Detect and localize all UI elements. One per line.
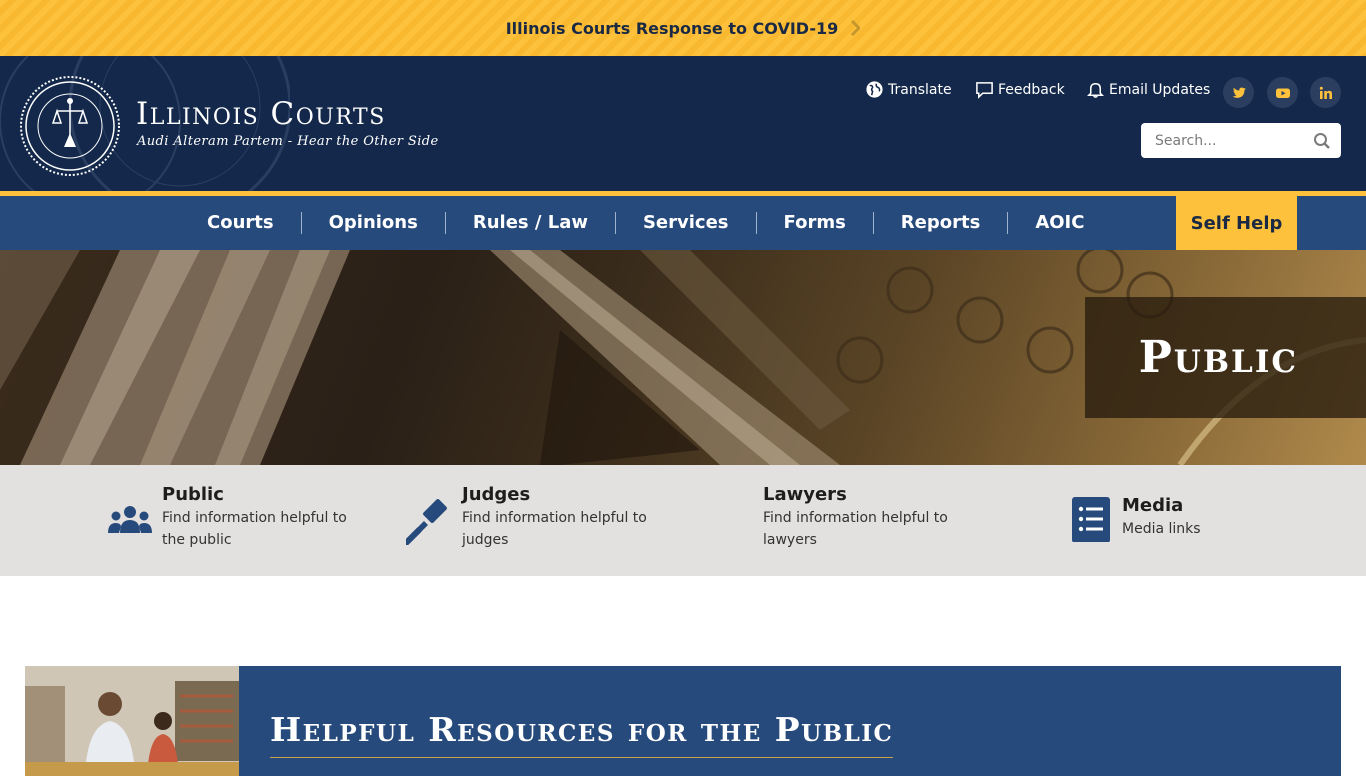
search-input[interactable] xyxy=(1155,132,1315,149)
helpful-resources-title: Helpful Resources for the Public xyxy=(270,710,894,758)
audience-public-desc: Find information helpful to the public xyxy=(162,510,347,548)
main-nav: Courts Opinions Rules / Law Services For… xyxy=(0,196,1366,250)
search-icon[interactable] xyxy=(1313,132,1331,150)
helpful-resources-section: Helpful Resources for the Public xyxy=(25,666,1341,776)
audience-strip: Public Find information helpful to the p… xyxy=(0,465,1366,576)
audience-media-title: Media xyxy=(1122,495,1184,516)
site-header: Illinois Courts Audi Alteram Partem - He… xyxy=(0,56,1366,191)
translate-label: Translate xyxy=(888,81,952,98)
audience-media-desc: Media links xyxy=(1122,521,1201,537)
audience-judges-title: Judges xyxy=(462,484,531,505)
audience-public[interactable]: Public Find information helpful to the p… xyxy=(106,483,347,551)
nav-item-services[interactable]: Services xyxy=(616,212,757,234)
nav-item-reports[interactable]: Reports xyxy=(874,212,1009,234)
nav-item-opinions[interactable]: Opinions xyxy=(302,212,446,234)
email-updates-link[interactable]: Email Updates xyxy=(1086,80,1210,99)
nav-item-forms[interactable]: Forms xyxy=(757,212,874,234)
supreme-court-seal-logo[interactable] xyxy=(19,75,121,177)
audience-lawyers-desc: Find information helpful to lawyers xyxy=(763,510,948,548)
bell-icon xyxy=(1087,83,1104,98)
twitter-icon xyxy=(1232,87,1246,98)
list-document-icon xyxy=(1072,497,1110,542)
translate-link[interactable]: Translate xyxy=(865,80,952,99)
hero-title-box: Public xyxy=(1085,297,1366,418)
feedback-link[interactable]: Feedback xyxy=(975,80,1065,99)
page-title: Public xyxy=(1138,332,1298,383)
site-motto: Audi Alteram Partem - Hear the Other Sid… xyxy=(137,134,439,149)
audience-lawyers[interactable]: Lawyers Find information helpful to lawy… xyxy=(763,483,948,551)
self-help-button[interactable]: Self Help xyxy=(1176,196,1297,250)
people-icon xyxy=(108,506,152,533)
covid-alert-text: Illinois Courts Response to COVID-19 xyxy=(505,18,839,38)
audience-public-title: Public xyxy=(162,484,224,505)
covid-alert-bar: Illinois Courts Response to COVID-19 xyxy=(0,0,1366,56)
nav-item-rules-law[interactable]: Rules / Law xyxy=(446,212,616,234)
chevron-right-icon xyxy=(851,20,861,36)
youtube-button[interactable] xyxy=(1267,77,1298,108)
youtube-icon xyxy=(1275,88,1290,98)
linkedin-icon xyxy=(1319,86,1332,99)
site-title[interactable]: Illinois Courts xyxy=(136,96,386,132)
linkedin-button[interactable] xyxy=(1310,77,1341,108)
audience-media[interactable]: Media Media links xyxy=(1068,494,1307,542)
covid-alert-link[interactable]: Illinois Courts Response to COVID-19 xyxy=(506,19,861,38)
nav-item-aoic[interactable]: AOIC xyxy=(1008,212,1111,234)
nav-item-courts[interactable]: Courts xyxy=(180,212,302,234)
speech-bubble-icon xyxy=(976,82,993,99)
globe-icon xyxy=(866,81,883,98)
audience-lawyers-title: Lawyers xyxy=(763,484,847,505)
gavel-icon xyxy=(406,499,447,545)
library-photo xyxy=(25,666,239,776)
search-box xyxy=(1141,123,1341,158)
email-updates-label: Email Updates xyxy=(1109,81,1211,98)
feedback-label: Feedback xyxy=(998,81,1065,98)
audience-judges-desc: Find information helpful to judges xyxy=(462,510,647,548)
library-illustration xyxy=(25,666,239,776)
twitter-button[interactable] xyxy=(1223,77,1254,108)
audience-judges[interactable]: Judges Find information helpful to judge… xyxy=(406,483,647,551)
hero-banner: Public xyxy=(0,250,1366,465)
